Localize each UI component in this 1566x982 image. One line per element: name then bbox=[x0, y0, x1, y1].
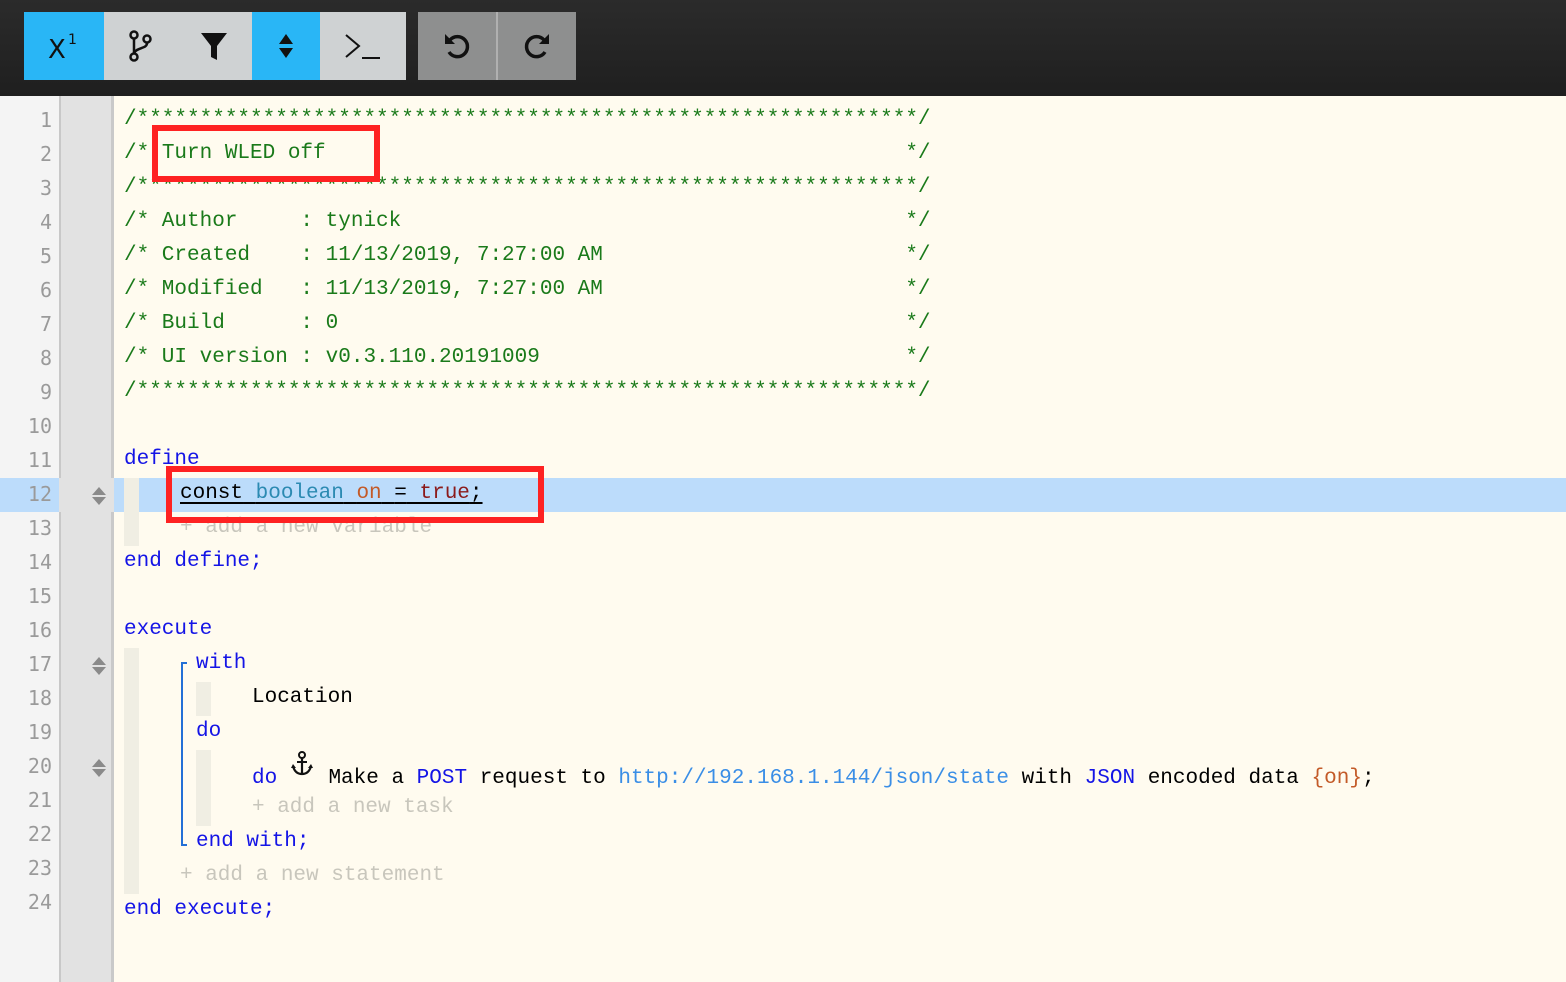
indent-guide bbox=[196, 682, 211, 716]
toolbar: X 1 bbox=[0, 0, 1566, 96]
header-modified-line: /* Modified : 11/13/2019, 7:27:00 AM */ bbox=[124, 278, 931, 301]
line-number: 19 bbox=[27, 720, 52, 744]
annotation-box-title bbox=[152, 125, 380, 182]
end-execute-keyword: end execute; bbox=[124, 898, 276, 921]
line-number: 3 bbox=[39, 176, 52, 200]
header-author-line: /* Author : tynick */ bbox=[124, 210, 931, 233]
header-banner-line: /***************************************… bbox=[124, 380, 931, 403]
toolbar-main-group: X 1 bbox=[24, 12, 406, 80]
indent-guide bbox=[124, 648, 139, 894]
task-text: with bbox=[1021, 767, 1073, 790]
line-number: 4 bbox=[39, 210, 52, 234]
line-number: 1 bbox=[39, 108, 52, 132]
task-text: request to bbox=[479, 767, 606, 790]
task-do-keyword: do bbox=[252, 767, 278, 790]
block-bracket bbox=[181, 662, 187, 846]
fold-gutter bbox=[59, 96, 114, 982]
line-number: 21 bbox=[27, 788, 52, 812]
annotation-box-variable bbox=[166, 466, 544, 523]
line-number: 23 bbox=[27, 856, 52, 880]
line-number: 8 bbox=[39, 346, 52, 370]
variables-button[interactable]: X 1 bbox=[24, 12, 104, 80]
line-number: 7 bbox=[39, 312, 52, 336]
svg-text:X: X bbox=[48, 35, 66, 64]
branch-button[interactable] bbox=[104, 12, 176, 80]
semicolon: ; bbox=[1361, 767, 1375, 790]
http-method[interactable]: POST bbox=[417, 767, 467, 790]
line-number: 22 bbox=[27, 822, 52, 846]
do-keyword: do bbox=[196, 720, 222, 743]
line-number: 14 bbox=[27, 550, 52, 574]
end-with-keyword: end with; bbox=[196, 830, 310, 853]
toolbar-history-group bbox=[418, 12, 576, 80]
request-url[interactable]: http://192.168.1.144/json/state bbox=[618, 767, 1009, 790]
fold-icon[interactable] bbox=[91, 656, 107, 676]
line-number: 9 bbox=[39, 380, 52, 404]
undo-icon bbox=[445, 34, 470, 59]
redo-button[interactable] bbox=[498, 12, 576, 80]
header-created-line: /* Created : 11/13/2019, 7:27:00 AM */ bbox=[124, 244, 931, 267]
header-ui-version-line: /* UI version : v0.3.110.20191009 */ bbox=[124, 346, 931, 369]
redo-icon bbox=[524, 34, 549, 59]
fold-toggle-icon bbox=[279, 34, 293, 58]
terminal-prompt-icon bbox=[345, 34, 380, 59]
with-keyword: with bbox=[196, 652, 247, 675]
fold-icon[interactable] bbox=[91, 486, 107, 506]
line-number: 17 bbox=[27, 652, 52, 676]
encoding-type[interactable]: JSON bbox=[1085, 767, 1135, 790]
line-number: 24 bbox=[27, 890, 52, 914]
task-text: encoded data bbox=[1147, 767, 1299, 790]
end-define-keyword: end define; bbox=[124, 550, 263, 573]
task-text: Make a bbox=[328, 767, 405, 790]
comment-close: */ bbox=[325, 142, 931, 165]
git-branch-icon bbox=[129, 30, 152, 62]
execute-keyword: execute bbox=[124, 618, 213, 641]
anchor-icon bbox=[290, 751, 316, 790]
line-number: 5 bbox=[39, 244, 52, 268]
add-task-placeholder[interactable]: + add a new task bbox=[252, 791, 454, 825]
undo-button[interactable] bbox=[418, 12, 496, 80]
line-number: 2 bbox=[39, 142, 52, 166]
line-number: 15 bbox=[27, 584, 52, 608]
line-number: 10 bbox=[27, 414, 52, 438]
request-data[interactable]: {on} bbox=[1312, 767, 1362, 790]
fold-icon[interactable] bbox=[91, 758, 107, 778]
line-number: 12 bbox=[27, 482, 52, 506]
add-statement-placeholder[interactable]: + add a new statement bbox=[180, 859, 445, 893]
fold-toggle-button[interactable] bbox=[252, 12, 320, 80]
location-item[interactable]: Location bbox=[252, 681, 353, 715]
line-number: 20 bbox=[27, 754, 52, 778]
superscript-x1-icon: X 1 bbox=[48, 32, 77, 64]
line-number: 6 bbox=[39, 278, 52, 302]
line-number: 11 bbox=[27, 448, 52, 472]
svg-text:1: 1 bbox=[68, 32, 77, 48]
filter-button[interactable] bbox=[176, 12, 252, 80]
line-number: 18 bbox=[27, 686, 52, 710]
header-build-line: /* Build : 0 */ bbox=[124, 312, 931, 335]
console-button[interactable] bbox=[320, 12, 406, 80]
line-number: 16 bbox=[27, 618, 52, 642]
indent-guide bbox=[196, 750, 211, 826]
filter-icon bbox=[201, 33, 227, 60]
line-number: 13 bbox=[27, 516, 52, 540]
indent-guide bbox=[124, 478, 139, 546]
